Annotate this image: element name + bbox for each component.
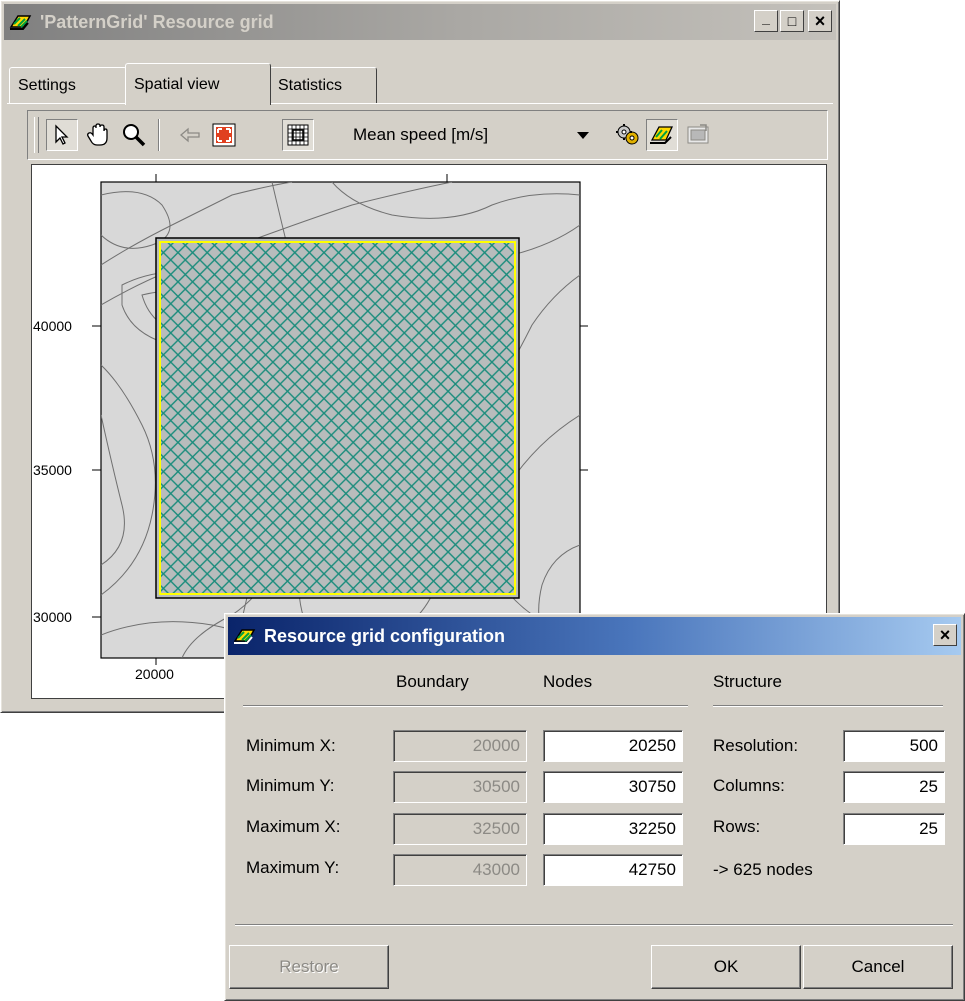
dialog-titlebar[interactable]: Resource grid configuration ×	[228, 617, 961, 655]
tab-spatial-view[interactable]: Spatial view	[125, 63, 271, 105]
row-label-min-y: Minimum Y:	[246, 776, 335, 795]
boundary-max-y-field: 43000	[393, 854, 527, 886]
toolbar-grip	[34, 117, 39, 153]
row-label-max-x: Maximum X:	[246, 817, 341, 836]
fit-grid-tool[interactable]	[282, 119, 314, 151]
tab-label: Spatial view	[134, 75, 220, 93]
nodes-max-x-field[interactable]: 32250	[543, 813, 683, 845]
header-separator	[713, 705, 943, 707]
y-tick-label: 35000	[33, 462, 72, 478]
dropdown-arrow-icon[interactable]	[571, 121, 595, 149]
cancel-button-label: Cancel	[851, 957, 905, 976]
pointer-icon	[55, 124, 69, 145]
minimize-icon: _	[762, 10, 770, 26]
header-boundary: Boundary	[396, 672, 469, 691]
nodes-min-x-field[interactable]: 20250	[543, 730, 683, 762]
boundary-min-y-field: 30500	[393, 771, 527, 803]
ok-button-label: OK	[713, 957, 739, 976]
export-image-tool[interactable]	[682, 119, 714, 151]
tab-label: Settings	[18, 76, 76, 94]
cancel-button[interactable]: Cancel	[803, 945, 953, 989]
resolution-label: Resolution:	[713, 736, 799, 755]
zoom-tool[interactable]	[118, 119, 150, 151]
tab-settings[interactable]: Settings	[9, 67, 127, 103]
toolbar-separator	[158, 119, 160, 151]
export-image-icon	[687, 124, 709, 144]
app-icon	[9, 15, 32, 30]
pointer-tool[interactable]	[46, 119, 78, 151]
columns-field[interactable]: 25	[843, 771, 945, 803]
resource-layer-tool[interactable]	[646, 119, 678, 151]
restore-button[interactable]: Restore	[229, 945, 389, 989]
fit-grid-icon	[287, 124, 309, 146]
resource-grid-config-dialog: Resource grid configuration × Boundary N…	[224, 613, 965, 1001]
row-label-max-y: Maximum Y:	[246, 858, 340, 877]
ok-button[interactable]: OK	[651, 945, 801, 989]
calculate-tool[interactable]	[612, 119, 644, 151]
nodes-min-y-field[interactable]: 30750	[543, 771, 683, 803]
nodes-max-y-field[interactable]: 42750	[543, 854, 683, 886]
header-nodes: Nodes	[543, 672, 593, 691]
dialog-close-button[interactable]: ×	[933, 624, 957, 646]
variable-select-value: Mean speed [m/s]	[353, 125, 489, 144]
boundary-max-x-field: 32500	[393, 813, 527, 845]
zoom-extent-tool[interactable]	[208, 119, 240, 151]
zoom-extent-icon	[212, 123, 236, 147]
footer-separator	[235, 924, 953, 926]
maximize-icon: □	[787, 13, 797, 29]
pan-tool[interactable]	[82, 119, 114, 151]
view-toolbar: Mean speed [m/s]	[27, 110, 828, 160]
header-structure: Structure	[713, 672, 782, 691]
tab-label: Statistics	[278, 76, 343, 94]
calculate-gears-icon	[616, 124, 639, 145]
resolution-field[interactable]: 500	[843, 730, 945, 762]
restore-button-label: Restore	[279, 957, 339, 976]
node-grid-crosshatch	[161, 243, 514, 593]
y-tick-label: 30000	[33, 609, 72, 625]
node-count-text: -> 625 nodes	[713, 860, 813, 879]
maximize-button[interactable]: □	[780, 10, 804, 32]
variable-select[interactable]: Mean speed [m/s]	[347, 120, 595, 150]
y-tick-label: 40000	[33, 318, 72, 334]
row-label-min-x: Minimum X:	[246, 736, 336, 755]
close-icon: ×	[939, 625, 951, 645]
minimize-button[interactable]: _	[754, 10, 778, 32]
resource-grid-window: 'PatternGrid' Resource grid _ □ × Settin…	[0, 0, 840, 713]
back-arrow-icon	[180, 127, 200, 143]
close-icon: ×	[814, 11, 826, 31]
header-separator	[243, 705, 688, 707]
rows-label: Rows:	[713, 817, 761, 836]
close-button[interactable]: ×	[808, 10, 832, 32]
dialog-app-icon	[233, 629, 256, 644]
x-tick-label: 20000	[135, 666, 174, 682]
back-tool[interactable]	[174, 119, 206, 151]
rows-field[interactable]: 25	[843, 813, 945, 845]
window-title: 'PatternGrid' Resource grid	[40, 11, 274, 32]
tab-statistics[interactable]: Statistics	[269, 67, 377, 103]
window-titlebar[interactable]: 'PatternGrid' Resource grid _ □ ×	[4, 4, 836, 40]
columns-label: Columns:	[713, 776, 785, 795]
resource-layer-icon	[650, 126, 674, 144]
zoom-icon	[123, 124, 146, 147]
dialog-title: Resource grid configuration	[264, 625, 506, 646]
pan-hand-icon	[87, 123, 108, 146]
boundary-min-x-field: 20000	[393, 730, 527, 762]
